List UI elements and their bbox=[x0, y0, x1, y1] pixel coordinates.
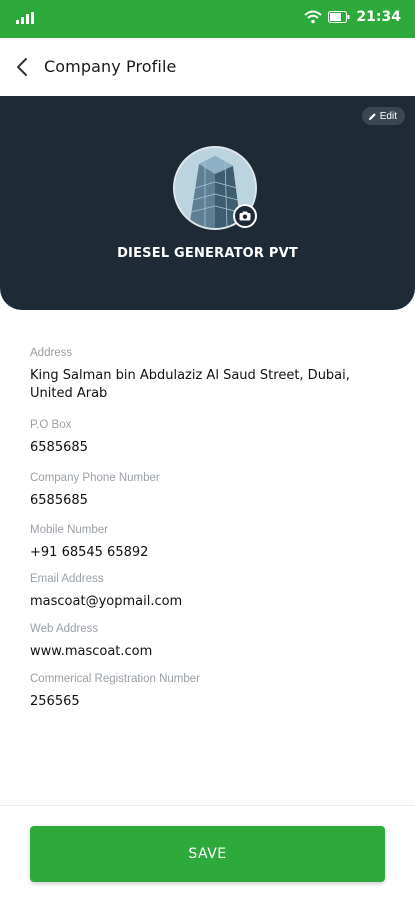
po-box-field: P.O Box 6585685 bbox=[30, 418, 88, 457]
edit-button[interactable]: Edit bbox=[361, 107, 405, 125]
commercial-registration-field: Commerical Registration Number 256565 bbox=[30, 672, 200, 711]
web-address-value[interactable]: www.mascoat.com bbox=[30, 643, 152, 661]
back-button[interactable] bbox=[10, 54, 36, 80]
email-field: Email Address mascoat@yopmail.com bbox=[30, 572, 182, 611]
address-value[interactable]: King Salman bin Abdulaziz Al Saud Street… bbox=[30, 367, 390, 403]
status-time: 21:34 bbox=[356, 9, 401, 25]
change-photo-button[interactable] bbox=[233, 204, 257, 228]
commercial-registration-value[interactable]: 256565 bbox=[30, 693, 200, 711]
profile-header: Edit DIESEL GENERATOR PVT bbox=[0, 96, 415, 310]
signal-icon bbox=[16, 12, 34, 24]
wifi-icon bbox=[304, 10, 323, 24]
avatar-container bbox=[173, 146, 257, 230]
app-bar: Company Profile bbox=[0, 38, 415, 96]
po-box-value[interactable]: 6585685 bbox=[30, 439, 88, 457]
status-right: 21:34 bbox=[304, 9, 401, 25]
company-phone-field: Company Phone Number 6585685 bbox=[30, 471, 160, 510]
company-phone-value[interactable]: 6585685 bbox=[30, 492, 160, 510]
bottom-action-bar: SAVE bbox=[0, 805, 415, 900]
po-box-label: P.O Box bbox=[30, 419, 72, 431]
status-bar: 21:34 bbox=[0, 0, 415, 38]
email-label: Email Address bbox=[30, 573, 104, 585]
pencil-icon bbox=[368, 112, 376, 120]
mobile-label: Mobile Number bbox=[30, 524, 108, 536]
company-name: DIESEL GENERATOR PVT bbox=[117, 246, 298, 261]
web-address-field: Web Address www.mascoat.com bbox=[30, 622, 152, 661]
mobile-value[interactable]: +91 68545 65892 bbox=[30, 544, 148, 562]
battery-icon bbox=[328, 11, 350, 23]
address-field: Address King Salman bin Abdulaziz Al Sau… bbox=[30, 346, 390, 403]
mobile-field: Mobile Number +91 68545 65892 bbox=[30, 523, 148, 562]
commercial-registration-label: Commerical Registration Number bbox=[30, 673, 200, 685]
email-value[interactable]: mascoat@yopmail.com bbox=[30, 593, 182, 611]
address-label: Address bbox=[30, 347, 73, 359]
chevron-left-icon bbox=[17, 58, 27, 76]
page-title: Company Profile bbox=[44, 57, 177, 76]
company-phone-label: Company Phone Number bbox=[30, 472, 160, 484]
save-button[interactable]: SAVE bbox=[30, 826, 385, 882]
web-address-label: Web Address bbox=[30, 623, 99, 635]
camera-icon bbox=[239, 211, 251, 221]
edit-label: Edit bbox=[379, 110, 397, 122]
